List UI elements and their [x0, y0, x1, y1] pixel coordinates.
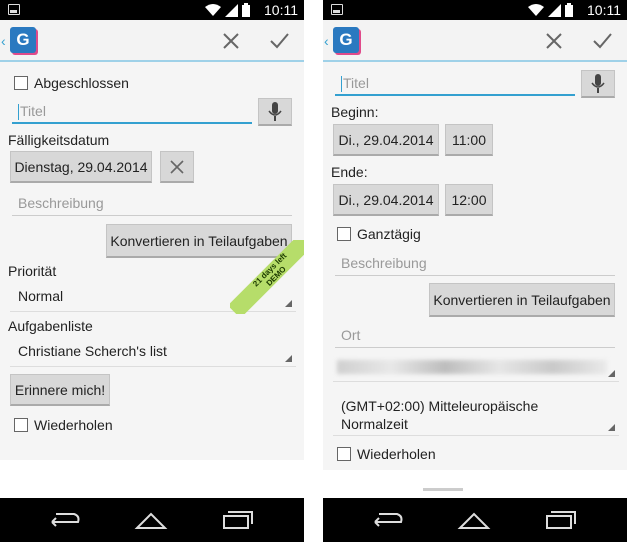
status-bar: 10:11 [323, 0, 627, 20]
microphone-icon [268, 101, 282, 121]
status-bar: 10:11 [0, 0, 304, 20]
bottom-space [323, 470, 627, 498]
notification-icon [331, 4, 343, 15]
due-date-label: Fälligkeitsdatum [8, 132, 110, 148]
clock: 10:11 [587, 2, 621, 18]
up-caret-icon[interactable]: ‹ [324, 33, 329, 49]
wifi-icon [205, 3, 221, 16]
repeat-label: Wiederholen [34, 417, 113, 433]
microphone-button[interactable] [581, 70, 615, 98]
action-bar: ‹ G [0, 20, 304, 62]
close-icon[interactable] [218, 28, 244, 54]
up-caret-icon[interactable]: ‹ [1, 33, 6, 49]
begin-label: Beginn: [331, 104, 379, 120]
redacted-account [337, 360, 607, 374]
microphone-icon [591, 73, 605, 93]
begin-date-button[interactable]: Di., 29.04.2014 [333, 124, 439, 156]
dropdown-indicator-icon [608, 370, 615, 377]
priority-label: Priorität [8, 263, 57, 279]
title-input[interactable]: Titel [12, 100, 252, 124]
end-time-button[interactable]: 12:00 [445, 184, 493, 216]
remind-me-button[interactable]: Erinnere mich! [10, 374, 110, 406]
demo-days-left: 21 days left [251, 251, 289, 289]
timezone-line-1: (GMT+02:00) Mitteleuropäische [341, 398, 539, 414]
completed-checkbox[interactable] [14, 76, 28, 90]
check-icon[interactable] [266, 28, 292, 54]
app-logo-icon[interactable]: G [333, 27, 359, 53]
repeat-checkbox[interactable] [14, 418, 28, 432]
right-screen: 10:11 ‹ G Titel Beginn: Di., 29.04.2014 … [323, 0, 627, 542]
signal-icon [548, 3, 561, 17]
tasklist-label: Aufgabenliste [8, 318, 93, 334]
signal-icon [225, 3, 238, 17]
battery-icon [242, 3, 250, 17]
bottom-space [0, 460, 304, 498]
repeat-checkbox[interactable] [337, 447, 351, 461]
repeat-label: Wiederholen [357, 446, 436, 462]
title-placeholder: Titel [343, 75, 369, 91]
close-icon[interactable] [541, 28, 567, 54]
clear-date-icon [170, 159, 184, 174]
microphone-button[interactable] [258, 98, 292, 126]
location-input[interactable]: Ort [335, 324, 615, 348]
back-icon[interactable] [369, 508, 405, 532]
allday-label: Ganztägig [357, 226, 421, 242]
battery-icon [565, 3, 573, 17]
clear-date-button[interactable] [160, 151, 194, 183]
completed-label: Abgeschlossen [34, 75, 129, 91]
convert-subtasks-button[interactable]: Konvertieren in Teilaufgaben [429, 283, 615, 317]
title-input[interactable]: Titel [335, 72, 575, 96]
priority-value: Normal [18, 288, 64, 304]
timezone-line-2: Normalzeit [341, 416, 408, 432]
title-placeholder: Titel [20, 103, 46, 119]
action-bar: ‹ G [323, 20, 627, 62]
home-icon[interactable] [133, 508, 169, 532]
clock: 10:11 [264, 2, 298, 18]
recents-icon[interactable] [220, 508, 256, 532]
tasklist-select[interactable]: Christiane Scherch's list [10, 339, 296, 367]
description-input[interactable]: Beschreibung [335, 252, 615, 276]
wifi-icon [528, 3, 544, 16]
end-date-button[interactable]: Di., 29.04.2014 [333, 184, 439, 216]
dropdown-indicator-icon [608, 424, 615, 431]
calendar-account-select[interactable] [333, 354, 619, 382]
back-icon[interactable] [46, 508, 82, 532]
due-date-button[interactable]: Dienstag, 29.04.2014 [10, 151, 152, 183]
timezone-select[interactable]: (GMT+02:00) Mitteleuropäische Normalzeit [333, 394, 619, 436]
scroll-indicator [423, 488, 463, 491]
end-label: Ende: [331, 164, 368, 180]
check-icon[interactable] [589, 28, 615, 54]
tasklist-value: Christiane Scherch's list [18, 343, 167, 359]
left-screen: 10:11 ‹ G Abgeschlossen Titel Fälligkeit… [0, 0, 304, 542]
allday-checkbox[interactable] [337, 227, 351, 241]
demo-badge: 21 days left DEMO [230, 240, 304, 314]
description-input[interactable]: Beschreibung [12, 192, 292, 216]
navigation-bar [0, 498, 304, 542]
navigation-bar [323, 498, 627, 542]
demo-label: DEMO [264, 264, 288, 288]
dropdown-indicator-icon [285, 355, 292, 362]
recents-icon[interactable] [543, 508, 579, 532]
notification-icon [8, 4, 20, 15]
app-logo-icon[interactable]: G [10, 27, 36, 53]
begin-time-button[interactable]: 11:00 [445, 124, 493, 156]
home-icon[interactable] [456, 508, 492, 532]
